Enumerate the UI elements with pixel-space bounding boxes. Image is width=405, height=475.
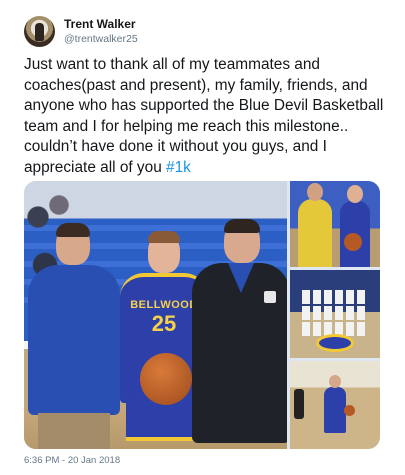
basketball <box>344 233 362 251</box>
coach-right-hair <box>224 219 260 233</box>
photo-thumbnail-coach-player[interactable] <box>290 181 380 267</box>
player-hair <box>148 231 180 243</box>
head <box>307 183 323 201</box>
avatar-figure <box>35 22 44 41</box>
coach-yellow-shirt <box>298 183 332 267</box>
jacket-logo <box>264 291 276 303</box>
photo-thumbnail-game-action[interactable] <box>290 361 380 449</box>
head <box>329 375 341 388</box>
coach-left-pants <box>38 413 110 449</box>
display-name[interactable]: Trent Walker <box>64 17 138 32</box>
coach-right-jacket <box>192 263 287 443</box>
author-names: Trent Walker @trentwalker25 <box>64 17 138 46</box>
coach-left-shirt <box>28 265 120 415</box>
user-handle[interactable]: @trentwalker25 <box>64 32 138 46</box>
player-shorts <box>126 401 202 441</box>
tweet-text-body: Just want to thank all of my teammates a… <box>24 56 384 176</box>
media-grid: BELLWOOD 25 <box>24 181 380 449</box>
team-row <box>302 290 368 304</box>
dribbling-player <box>324 375 346 433</box>
avatar[interactable] <box>24 15 55 47</box>
tweet-header: Trent Walker @trentwalker25 <box>24 14 138 48</box>
referee <box>294 389 304 419</box>
coach-left <box>28 223 120 449</box>
coach-right <box>192 219 287 449</box>
tweet-card: Trent Walker @trentwalker25 Just want to… <box>0 0 405 475</box>
court-logo <box>316 334 354 352</box>
tweet-timestamp[interactable]: 6:36 PM - 20 Jan 2018 <box>24 455 120 466</box>
tweet-text: Just want to thank all of my teammates a… <box>24 55 394 179</box>
photo-thumbnail-team[interactable] <box>290 270 380 358</box>
hashtag-link[interactable]: #1k <box>166 159 191 176</box>
team-row <box>302 306 368 320</box>
coach-left-hair <box>56 223 90 237</box>
basketball <box>344 405 355 416</box>
head <box>347 185 363 203</box>
main-photo[interactable]: BELLWOOD 25 <box>24 181 287 449</box>
basketball <box>140 353 192 405</box>
